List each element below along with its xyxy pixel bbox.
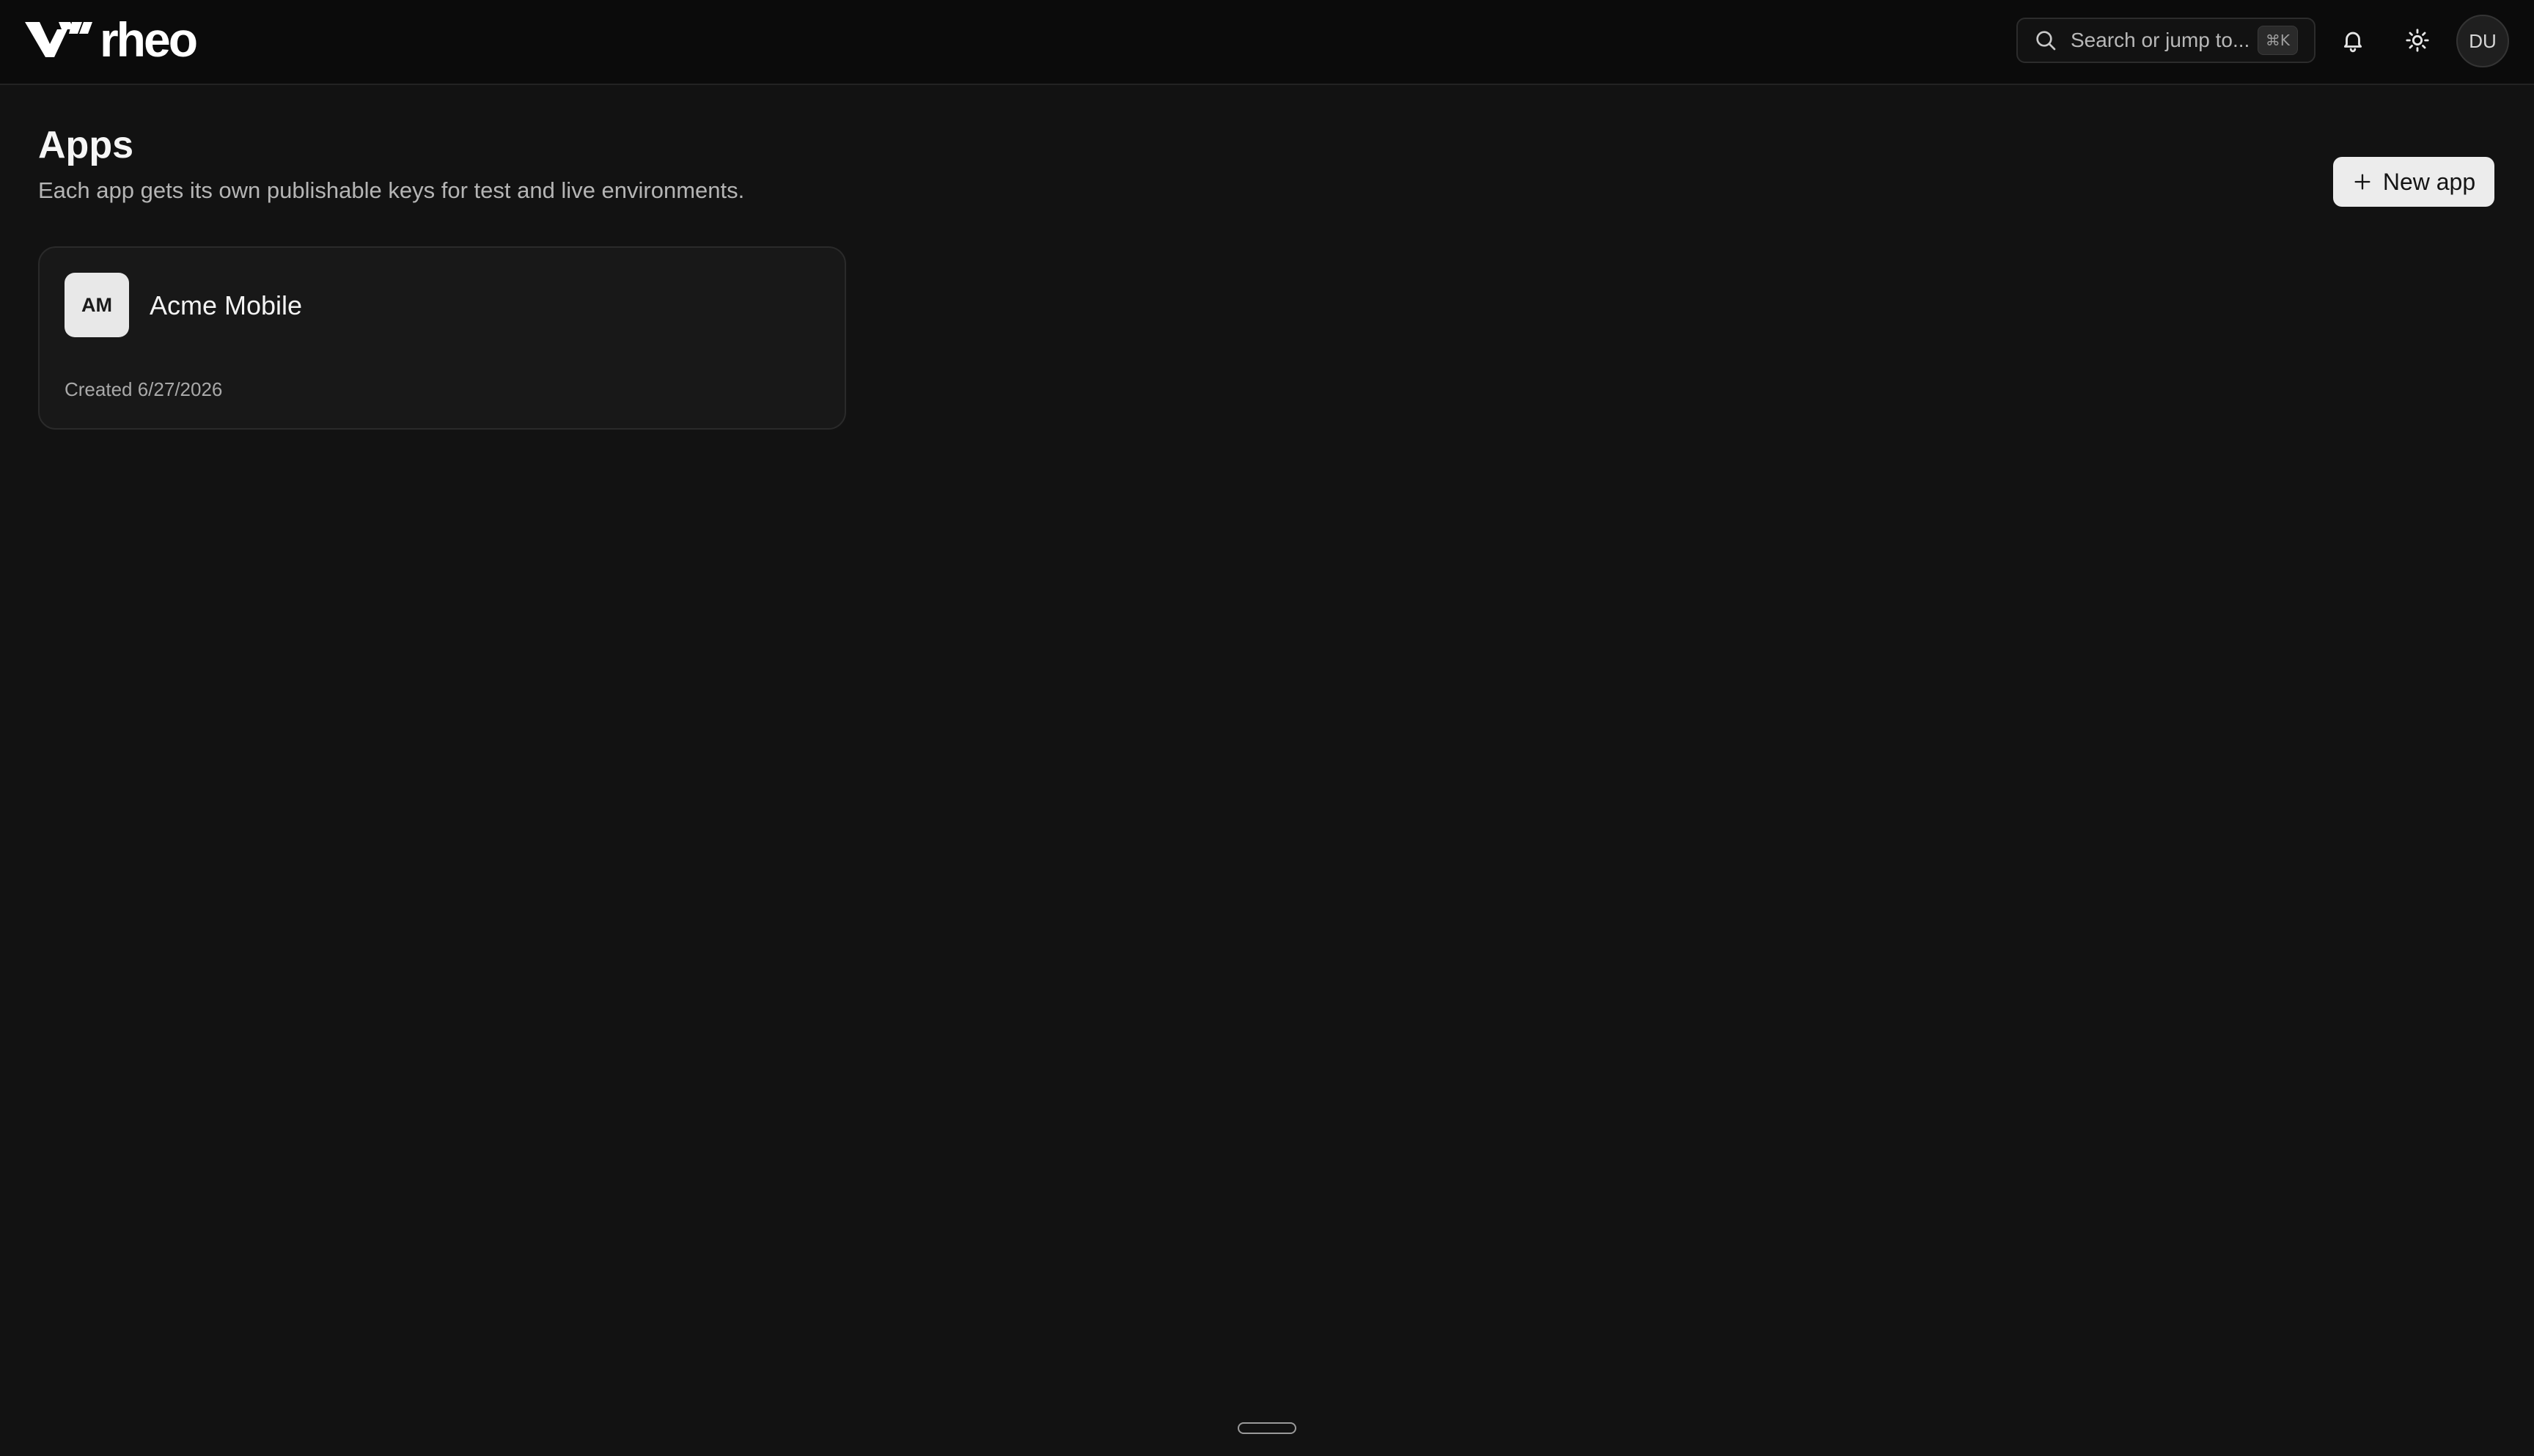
home-indicator[interactable] <box>1238 1422 1296 1434</box>
search-placeholder: Search or jump to... <box>2071 29 2250 51</box>
app-card[interactable]: AM Acme Mobile Created 6/27/2026 <box>38 246 846 430</box>
new-app-button[interactable]: New app <box>2333 157 2494 207</box>
page-subtitle: Each app gets its own publishable keys f… <box>38 177 745 203</box>
notifications-button[interactable] <box>2330 18 2376 63</box>
app-name: Acme Mobile <box>150 290 303 320</box>
plus-icon <box>2354 174 2370 190</box>
brand-logo[interactable]: rheo <box>25 12 198 67</box>
app-initials-badge: AM <box>65 273 129 337</box>
brand-name: rheo <box>100 12 198 67</box>
app-created-date: Created 6/27/2026 <box>65 378 223 400</box>
search-shortcut-badge: ⌘K <box>2257 26 2298 55</box>
theme-toggle-button[interactable] <box>2395 18 2440 63</box>
logo-mark-icon <box>25 22 92 57</box>
user-avatar[interactable]: DU <box>2456 15 2509 67</box>
new-app-label: New app <box>2382 168 2476 195</box>
bell-icon <box>2343 32 2362 53</box>
sun-icon <box>2406 29 2429 52</box>
top-bar: rheo Search or jump to... ⌘K DU <box>0 0 2534 85</box>
page-title: Apps <box>38 124 133 166</box>
search-input[interactable]: Search or jump to... ⌘K <box>2016 18 2316 63</box>
search-icon <box>2036 31 2056 51</box>
